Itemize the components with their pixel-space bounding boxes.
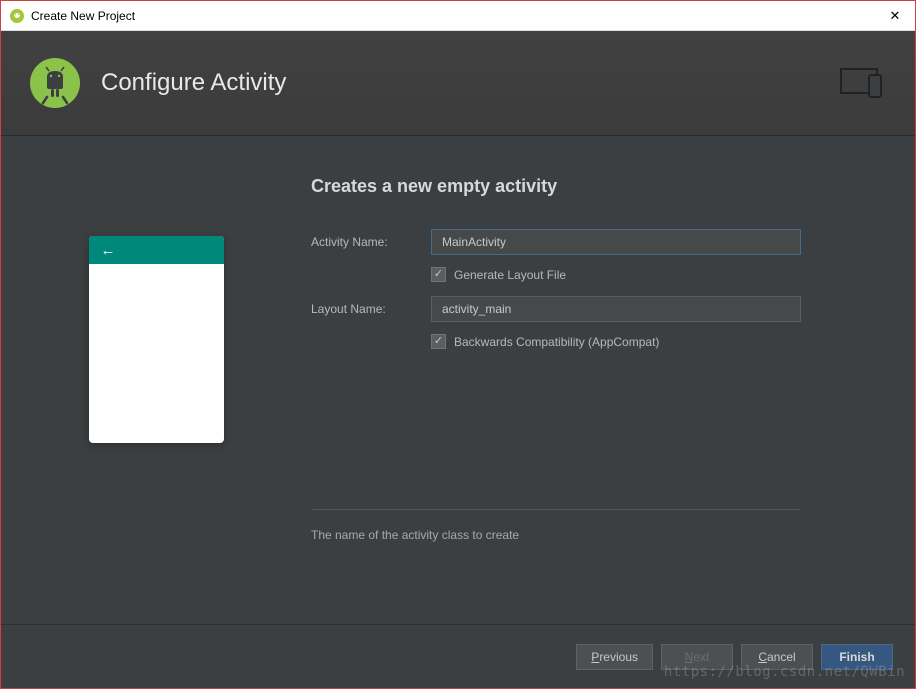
close-button[interactable]: ✕ (885, 8, 905, 24)
layout-name-input[interactable] (431, 296, 801, 322)
previous-button[interactable]: Previous (576, 644, 653, 670)
wizard-header: Configure Activity (1, 31, 915, 136)
activity-name-input[interactable] (431, 229, 801, 255)
wizard-button-bar: Previous Next Cancel Finish (1, 624, 915, 688)
form-heading: Creates a new empty activity (311, 176, 855, 197)
window-title: Create New Project (31, 9, 135, 23)
backwards-compat-checkbox[interactable]: ✓ (431, 334, 446, 349)
activity-form: Creates a new empty activity Activity Na… (311, 136, 915, 624)
activity-preview-panel: ← (1, 136, 311, 624)
layout-name-label: Layout Name: (311, 302, 431, 316)
cancel-button[interactable]: Cancel (741, 644, 813, 670)
help-section: The name of the activity class to create (311, 509, 801, 542)
device-preview-icon (839, 65, 887, 101)
wizard-content: ← Creates a new empty activity Activity … (1, 136, 915, 624)
checkmark-icon: ✓ (434, 336, 443, 347)
next-button: Next (661, 644, 733, 670)
android-logo-icon (29, 57, 81, 109)
help-text: The name of the activity class to create (311, 528, 801, 542)
backwards-compat-label: Backwards Compatibility (AppCompat) (454, 335, 659, 349)
checkmark-icon: ✓ (434, 269, 443, 280)
page-title: Configure Activity (101, 69, 286, 97)
generate-layout-checkbox[interactable]: ✓ (431, 267, 446, 282)
activity-name-label: Activity Name: (311, 235, 431, 249)
android-studio-icon (9, 8, 25, 24)
phone-mockup: ← (89, 236, 224, 443)
finish-button[interactable]: Finish (821, 644, 893, 670)
generate-layout-label: Generate Layout File (454, 268, 566, 282)
back-arrow-icon: ← (101, 242, 116, 259)
title-bar: Create New Project ✕ (1, 1, 915, 31)
phone-mockup-appbar: ← (89, 236, 224, 264)
